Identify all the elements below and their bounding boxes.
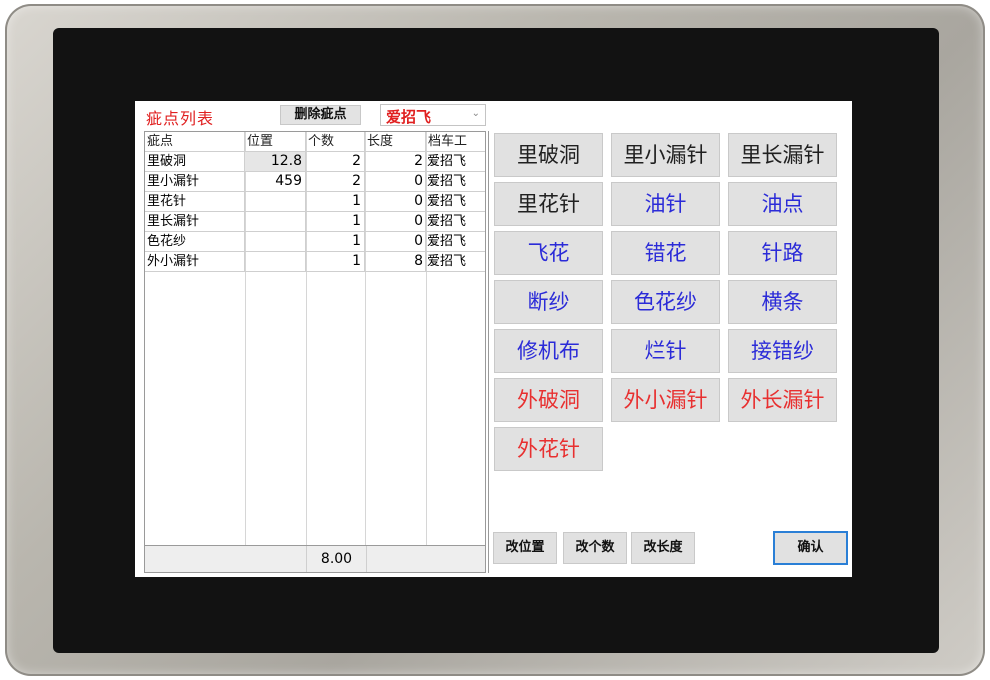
column-header-defect: 疵点 (145, 132, 245, 152)
cell-worker[interactable]: 爱招飞 (426, 212, 485, 232)
defect-button-bad-needle[interactable]: 烂针 (611, 329, 720, 373)
change-position-button[interactable]: 改位置 (493, 532, 557, 564)
cell-length[interactable]: 0 (365, 212, 426, 232)
delete-defect-button[interactable]: 删除疵点 (280, 105, 361, 125)
defect-table: 疵点 位置 个数 长度 档车工 里破洞 12.8 2 2 爱招飞 里小漏针 45… (144, 131, 486, 573)
cell-position[interactable] (245, 232, 306, 252)
defect-button-inner-hole[interactable]: 里破洞 (494, 133, 603, 177)
cell-position[interactable]: 459 (245, 172, 306, 192)
defect-button-inner-tuck-stitch[interactable]: 里花针 (494, 182, 603, 226)
page-title: 疵点列表 (146, 109, 215, 128)
cell-defect[interactable]: 里破洞 (145, 152, 245, 172)
cell-position[interactable] (245, 212, 306, 232)
defect-button-oil-needle[interactable]: 油针 (611, 182, 720, 226)
defect-button-outer-tuck-stitch[interactable]: 外花针 (494, 427, 603, 471)
cell-count[interactable]: 1 (306, 252, 365, 272)
chevron-down-icon: ⌄ (471, 108, 480, 119)
table-row[interactable]: 色花纱 1 0 爱招飞 (145, 232, 485, 252)
table-row[interactable]: 里破洞 12.8 2 2 爱招飞 (145, 152, 485, 172)
cell-worker[interactable]: 爱招飞 (426, 232, 485, 252)
cell-defect[interactable]: 外小漏针 (145, 252, 245, 272)
column-header-length: 长度 (365, 132, 426, 152)
cell-length[interactable]: 8 (365, 252, 426, 272)
cell-length[interactable]: 0 (365, 232, 426, 252)
cell-defect[interactable]: 色花纱 (145, 232, 245, 252)
operator-select-value: 爱招飞 (386, 108, 432, 126)
defect-button-broken-yarn[interactable]: 断纱 (494, 280, 603, 324)
defect-button-inner-long-drop-stitch[interactable]: 里长漏针 (728, 133, 837, 177)
defect-button-color-yarn[interactable]: 色花纱 (611, 280, 720, 324)
change-count-button[interactable]: 改个数 (563, 532, 627, 564)
defect-button-fly-fiber[interactable]: 飞花 (494, 231, 603, 275)
table-footer: 8.00 (145, 545, 485, 572)
column-header-worker: 档车工 (426, 132, 485, 152)
cell-position[interactable] (245, 252, 306, 272)
defect-button-outer-small-drop-stitch[interactable]: 外小漏针 (611, 378, 720, 422)
cell-position[interactable] (245, 192, 306, 212)
cell-length[interactable]: 0 (365, 192, 426, 212)
panel-divider (488, 131, 489, 573)
cell-worker[interactable]: 爱招飞 (426, 152, 485, 172)
defect-button-outer-hole[interactable]: 外破洞 (494, 378, 603, 422)
table-header: 疵点 位置 个数 长度 档车工 (145, 132, 485, 152)
cell-count[interactable]: 2 (306, 172, 365, 192)
table-row[interactable]: 里小漏针 459 2 0 爱招飞 (145, 172, 485, 192)
defect-button-needle-line[interactable]: 针路 (728, 231, 837, 275)
table-row[interactable]: 里花针 1 0 爱招飞 (145, 192, 485, 212)
cell-count[interactable]: 1 (306, 192, 365, 212)
cell-count[interactable]: 1 (306, 232, 365, 252)
table-row[interactable]: 外小漏针 1 8 爱招飞 (145, 252, 485, 272)
cell-worker[interactable]: 爱招飞 (426, 192, 485, 212)
cell-worker[interactable]: 爱招飞 (426, 172, 485, 192)
hmi-screen: 疵点列表 删除疵点 爱招飞 ⌄ 疵点 位置 个数 长度 档车工 里破洞 12.8… (135, 101, 852, 577)
cell-position[interactable]: 12.8 (245, 152, 306, 172)
cell-length[interactable]: 2 (365, 152, 426, 172)
cell-worker[interactable]: 爱招飞 (426, 252, 485, 272)
cell-length[interactable]: 0 (365, 172, 426, 192)
cell-defect[interactable]: 里花针 (145, 192, 245, 212)
change-length-button[interactable]: 改长度 (631, 532, 695, 564)
total-length: 8.00 (306, 546, 367, 572)
defect-button-oil-spot[interactable]: 油点 (728, 182, 837, 226)
column-header-count: 个数 (306, 132, 365, 152)
operator-select[interactable]: 爱招飞 ⌄ (380, 104, 486, 126)
cell-defect[interactable]: 里长漏针 (145, 212, 245, 232)
table-row[interactable]: 里长漏针 1 0 爱招飞 (145, 212, 485, 232)
defect-button-wrong-pattern[interactable]: 错花 (611, 231, 720, 275)
cell-count[interactable]: 2 (306, 152, 365, 172)
defect-button-inner-small-drop-stitch[interactable]: 里小漏针 (611, 133, 720, 177)
cell-count[interactable]: 1 (306, 212, 365, 232)
defect-button-repair-cloth[interactable]: 修机布 (494, 329, 603, 373)
defect-button-outer-long-drop-stitch[interactable]: 外长漏针 (728, 378, 837, 422)
confirm-button[interactable]: 确认 (773, 531, 848, 565)
column-header-position: 位置 (245, 132, 306, 152)
defect-button-horizontal-stripe[interactable]: 横条 (728, 280, 837, 324)
cell-defect[interactable]: 里小漏针 (145, 172, 245, 192)
defect-button-wrong-yarn-join[interactable]: 接错纱 (728, 329, 837, 373)
